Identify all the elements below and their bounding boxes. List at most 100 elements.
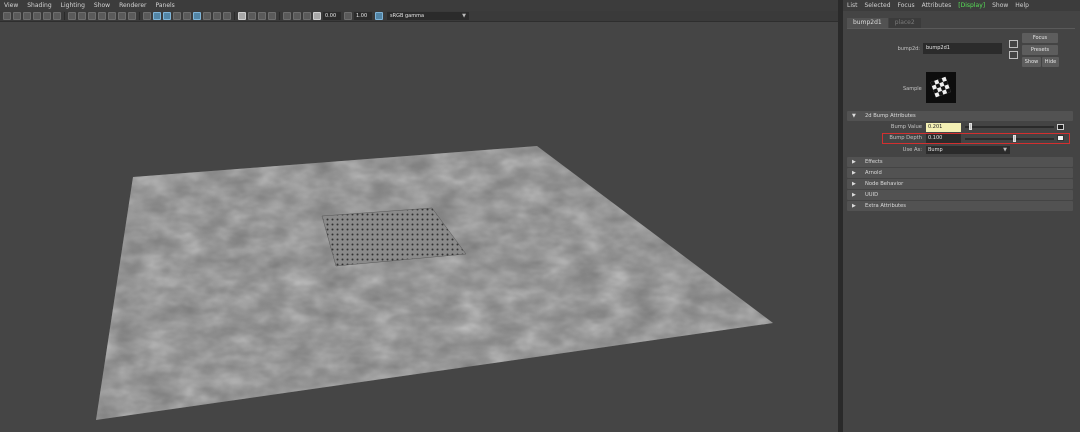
menu-attributes[interactable]: Attributes [922, 2, 952, 9]
section-title: Extra Attributes [865, 202, 906, 209]
section-node-behavior[interactable]: ▶ Node Behavior [847, 179, 1073, 189]
shadows-icon[interactable] [203, 12, 211, 20]
menu-lighting[interactable]: Lighting [61, 2, 85, 9]
xray-joints-icon[interactable] [213, 12, 221, 20]
menu-show[interactable]: Show [94, 2, 110, 9]
menu-focus[interactable]: Focus [898, 2, 915, 9]
color-management-icon[interactable] [375, 12, 383, 20]
show-button[interactable]: Show [1022, 57, 1041, 67]
section-title: 2d Bump Attributes [865, 112, 916, 119]
gamma-icon[interactable] [344, 12, 352, 20]
node-name-field[interactable]: bump2d1 [923, 43, 1002, 54]
menu-selected[interactable]: Selected [865, 2, 891, 9]
ambient-occlusion-icon[interactable] [238, 12, 246, 20]
attribute-editor-menubar: List Selected Focus Attributes [Display]… [843, 0, 1080, 11]
viewport-canvas[interactable] [0, 22, 838, 432]
safe-title-icon[interactable] [128, 12, 136, 20]
toolbar-divider [279, 12, 280, 20]
section-title: Node Behavior [865, 180, 904, 187]
toolbar-divider [64, 12, 65, 20]
section-effects[interactable]: ▶ Effects [847, 157, 1073, 167]
use-as-dropdown[interactable]: Bump ▼ [926, 146, 1010, 154]
wireframe-on-shaded-icon[interactable] [173, 12, 181, 20]
bookmarks-icon[interactable] [23, 12, 31, 20]
toolbar-divider [139, 12, 140, 20]
field-chart-icon[interactable] [108, 12, 116, 20]
menu-display-label: Display [960, 2, 983, 9]
camera-attributes-icon[interactable] [13, 12, 21, 20]
menu-panels[interactable]: Panels [155, 2, 174, 9]
motion-blur-icon[interactable] [248, 12, 256, 20]
select-camera-icon[interactable] [3, 12, 11, 20]
wireframe-icon[interactable] [143, 12, 151, 20]
grid-icon[interactable] [68, 12, 76, 20]
exposure-field[interactable]: 0.00 [323, 12, 341, 20]
use-all-lights-icon[interactable] [193, 12, 201, 20]
checker-map-icon[interactable] [1057, 135, 1064, 141]
presets-button[interactable]: Presets [1022, 45, 1058, 55]
grease-pencil-icon[interactable] [53, 12, 61, 20]
isolate-view-icon[interactable] [283, 12, 291, 20]
color-space-value: sRGB gamma [390, 13, 425, 19]
menu-view[interactable]: View [4, 2, 18, 9]
tab-bump2d1[interactable]: bump2d1 [847, 18, 888, 28]
tab-place2[interactable]: place2 [888, 18, 921, 28]
exposure-icon[interactable] [313, 12, 321, 20]
node-type-label: bump2d: [897, 46, 920, 52]
input-connections-icon[interactable] [1009, 40, 1018, 48]
map-texture-icon[interactable] [1057, 124, 1064, 130]
viewport-toolbar: 0.00 1.00 sRGB gamma ▼ [0, 11, 838, 22]
xray-icon[interactable] [183, 12, 191, 20]
hud-icon[interactable] [293, 12, 301, 20]
safe-action-icon[interactable] [118, 12, 126, 20]
gamma-field[interactable]: 1.00 [354, 12, 372, 20]
section-uuid[interactable]: ▶ UUID [847, 190, 1073, 200]
menu-list[interactable]: List [847, 2, 858, 9]
bump-depth-slider[interactable] [965, 138, 1054, 140]
section-2d-bump-attributes[interactable]: ▼ 2d Bump Attributes [847, 111, 1073, 121]
menu-show[interactable]: Show [992, 2, 1008, 9]
viewport-menubar: View Shading Lighting Show Renderer Pane… [0, 0, 838, 11]
bump-depth-slider-handle[interactable] [1013, 135, 1017, 142]
gate-mask-icon[interactable] [98, 12, 106, 20]
bump-value-slider[interactable] [965, 126, 1054, 128]
two-d-pan-icon[interactable] [43, 12, 51, 20]
expanded-triangle-icon: ▼ [852, 113, 856, 119]
smooth-shade-icon[interactable] [153, 12, 161, 20]
bump-depth-label: Bump Depth [889, 135, 922, 141]
collapsed-triangle-icon: ▶ [852, 159, 856, 165]
section-extra-attributes[interactable]: ▶ Extra Attributes [847, 201, 1073, 211]
film-gate-icon[interactable] [78, 12, 86, 20]
section-title: Arnold [865, 169, 882, 176]
bump-depth-field[interactable]: 0.100 [926, 134, 961, 143]
anti-aliasing-icon[interactable] [258, 12, 266, 20]
section-title: UUID [865, 191, 879, 198]
chevron-down-icon: ▼ [1003, 147, 1007, 153]
collapsed-triangle-icon: ▶ [852, 181, 856, 187]
xray-active-icon[interactable] [303, 12, 311, 20]
textured-icon[interactable] [163, 12, 171, 20]
node-tabs: bump2d1 place2 [847, 18, 922, 28]
resolution-gate-icon[interactable] [88, 12, 96, 20]
attribute-editor: List Selected Focus Attributes [Display]… [843, 0, 1080, 432]
hide-button[interactable]: Hide [1042, 57, 1059, 67]
collapsed-triangle-icon: ▶ [852, 203, 856, 209]
collapsed-triangle-icon: ▶ [852, 192, 856, 198]
bump-value-slider-handle[interactable] [969, 123, 973, 130]
sample-label: Sample [903, 86, 922, 92]
menu-renderer[interactable]: Renderer [119, 2, 146, 9]
color-space-dropdown[interactable]: sRGB gamma ▼ [387, 12, 469, 20]
viewport-panel[interactable]: View Shading Lighting Show Renderer Pane… [0, 0, 838, 432]
output-connections-icon[interactable] [1009, 51, 1018, 59]
image-plane-icon[interactable] [33, 12, 41, 20]
isolate-select-icon[interactable] [223, 12, 231, 20]
section-arnold[interactable]: ▶ Arnold [847, 168, 1073, 178]
menu-shading[interactable]: Shading [27, 2, 51, 9]
depth-of-field-icon[interactable] [268, 12, 276, 20]
menu-display[interactable]: [Display] [958, 2, 985, 9]
menu-help[interactable]: Help [1015, 2, 1029, 9]
bump-value-field[interactable]: 0.201 [926, 123, 961, 132]
focus-button[interactable]: Focus [1022, 33, 1058, 43]
section-title: Effects [865, 158, 883, 165]
use-as-label: Use As: [902, 147, 922, 153]
